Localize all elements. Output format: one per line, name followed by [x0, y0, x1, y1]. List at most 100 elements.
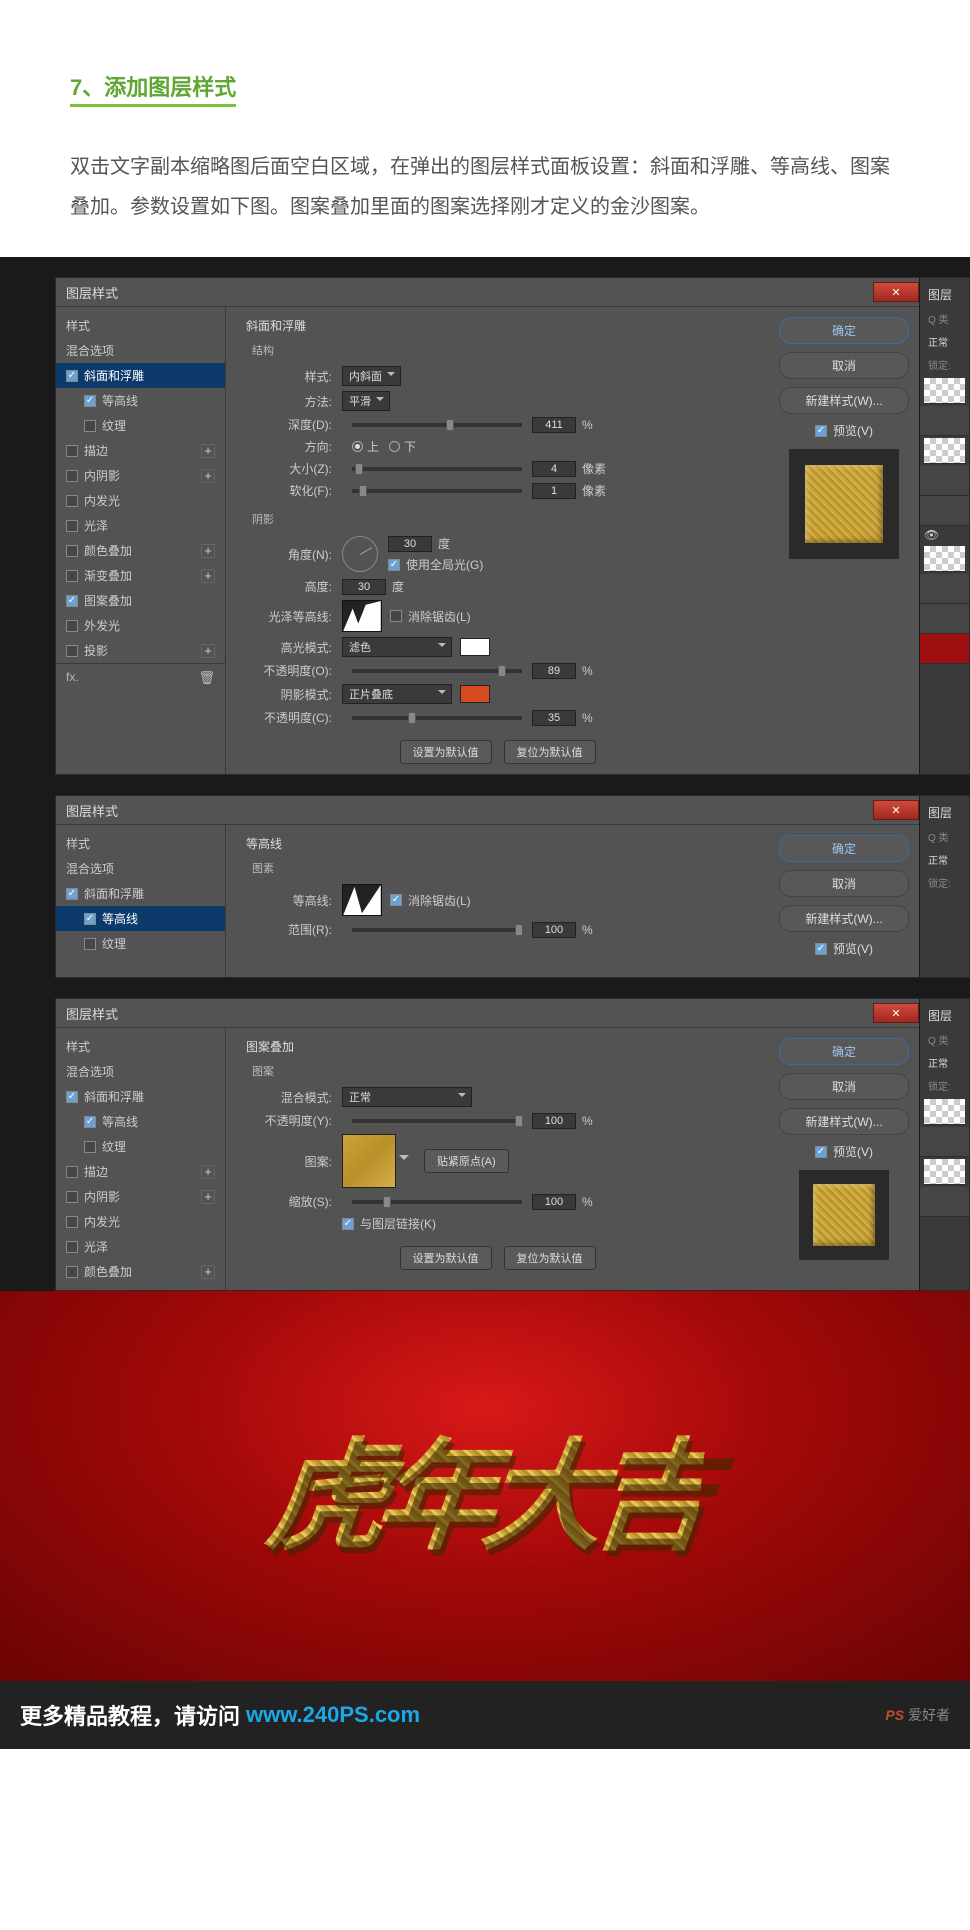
checkbox-icon[interactable] — [66, 545, 78, 557]
checkbox-icon[interactable] — [84, 1116, 96, 1128]
link-layer-checkbox[interactable] — [342, 1218, 354, 1230]
checkbox-icon[interactable] — [66, 570, 78, 582]
contour-preset[interactable] — [342, 884, 382, 916]
highlight-mode-dropdown[interactable]: 滤色 — [342, 637, 452, 657]
snap-origin-button[interactable]: 贴紧原点(A) — [424, 1149, 509, 1173]
shadow-color[interactable] — [460, 685, 490, 703]
global-light-checkbox[interactable] — [388, 559, 400, 571]
preview-checkbox[interactable] — [815, 1146, 827, 1158]
reset-default-button[interactable]: 复位为默认值 — [504, 740, 596, 764]
checkbox-icon[interactable] — [66, 520, 78, 532]
inner-shadow-item[interactable]: 内阴影+ — [56, 1184, 225, 1209]
checkbox-icon[interactable] — [66, 888, 78, 900]
stroke-item[interactable]: 描边+ — [56, 438, 225, 463]
blend-options[interactable]: 混合选项 — [56, 856, 225, 881]
close-icon[interactable]: ✕ — [873, 1003, 919, 1023]
layer-thumb[interactable] — [924, 438, 965, 464]
checkbox-icon[interactable] — [84, 395, 96, 407]
bevel-emboss[interactable]: 斜面和浮雕 — [56, 1084, 225, 1109]
antialias-checkbox[interactable] — [390, 894, 402, 906]
plus-icon[interactable]: + — [201, 1165, 215, 1179]
checkbox-icon[interactable] — [84, 420, 96, 432]
cancel-button[interactable]: 取消 — [779, 870, 909, 897]
eye-icon[interactable]: 👁 — [920, 526, 969, 544]
close-icon[interactable]: ✕ — [873, 800, 919, 820]
layer-thumb[interactable] — [924, 546, 965, 572]
shadow-opacity-input[interactable]: 35 — [532, 710, 576, 726]
opacity-slider[interactable] — [352, 1119, 522, 1123]
bevel-emboss[interactable]: 斜面和浮雕 — [56, 881, 225, 906]
contour-item[interactable]: 等高线 — [56, 1109, 225, 1134]
trash-icon[interactable]: 🗑 — [198, 670, 215, 686]
method-dropdown[interactable]: 平滑 — [342, 391, 390, 411]
highlight-color[interactable] — [460, 638, 490, 656]
layer-row[interactable] — [920, 1187, 969, 1217]
checkbox-icon[interactable] — [84, 938, 96, 950]
ok-button[interactable]: 确定 — [779, 1038, 909, 1065]
reset-default-button[interactable]: 复位为默认值 — [504, 1246, 596, 1270]
angle-dial[interactable] — [342, 536, 378, 572]
checkbox-icon[interactable] — [66, 620, 78, 632]
texture-item[interactable]: 纹理 — [56, 931, 225, 956]
plus-icon[interactable]: + — [201, 1265, 215, 1279]
gloss-contour[interactable] — [342, 600, 382, 632]
texture-item[interactable]: 纹理 — [56, 413, 225, 438]
layer-row[interactable] — [920, 496, 969, 526]
cancel-button[interactable]: 取消 — [779, 352, 909, 379]
checkbox-icon[interactable] — [84, 913, 96, 925]
close-icon[interactable]: ✕ — [873, 282, 919, 302]
ok-button[interactable]: 确定 — [779, 317, 909, 344]
soften-input[interactable]: 1 — [532, 483, 576, 499]
gradient-overlay-item[interactable]: 渐变叠加+ — [56, 563, 225, 588]
angle-input[interactable]: 30 — [388, 536, 432, 552]
layer-row[interactable] — [920, 1127, 969, 1157]
layer-row[interactable] — [920, 466, 969, 496]
blend-mode-dropdown[interactable]: 正常 — [342, 1087, 472, 1107]
inner-glow-item[interactable]: 内发光 — [56, 488, 225, 513]
layer-row[interactable] — [920, 574, 969, 604]
dir-up-radio[interactable] — [352, 441, 363, 452]
shadow-opacity-slider[interactable] — [352, 716, 522, 720]
antialias-checkbox[interactable] — [390, 610, 402, 622]
new-style-button[interactable]: 新建样式(W)... — [779, 387, 909, 414]
checkbox-icon[interactable] — [84, 1141, 96, 1153]
range-slider[interactable] — [352, 928, 522, 932]
scale-slider[interactable] — [352, 1200, 522, 1204]
checkbox-icon[interactable] — [66, 470, 78, 482]
checkbox-icon[interactable] — [66, 445, 78, 457]
checkbox-icon[interactable] — [66, 1191, 78, 1203]
texture-item[interactable]: 纹理 — [56, 1134, 225, 1159]
layer-row[interactable] — [920, 406, 969, 436]
preview-checkbox[interactable] — [815, 943, 827, 955]
inner-glow-item[interactable]: 内发光 — [56, 1209, 225, 1234]
bevel-emboss[interactable]: 斜面和浮雕 — [56, 363, 225, 388]
layer-thumb[interactable] — [924, 378, 965, 404]
preview-checkbox[interactable] — [815, 425, 827, 437]
layer-row[interactable] — [920, 634, 969, 664]
altitude-input[interactable]: 30 — [342, 579, 386, 595]
outer-glow-item[interactable]: 外发光 — [56, 613, 225, 638]
size-input[interactable]: 4 — [532, 461, 576, 477]
opacity-input[interactable]: 100 — [532, 1113, 576, 1129]
checkbox-icon[interactable] — [66, 495, 78, 507]
contour-item[interactable]: 等高线 — [56, 906, 225, 931]
satin-item[interactable]: 光泽 — [56, 1234, 225, 1259]
pattern-picker[interactable] — [342, 1134, 396, 1188]
set-default-button[interactable]: 设置为默认值 — [400, 1246, 492, 1270]
checkbox-icon[interactable] — [66, 1166, 78, 1178]
new-style-button[interactable]: 新建样式(W)... — [779, 1108, 909, 1135]
checkbox-icon[interactable] — [66, 1091, 78, 1103]
layer-thumb[interactable] — [924, 1159, 965, 1185]
style-dropdown[interactable]: 内斜面 — [342, 366, 401, 386]
checkbox-icon[interactable] — [66, 370, 78, 382]
depth-slider[interactable] — [352, 423, 522, 427]
contour-item[interactable]: 等高线 — [56, 388, 225, 413]
blend-options[interactable]: 混合选项 — [56, 338, 225, 363]
inner-shadow-item[interactable]: 内阴影+ — [56, 463, 225, 488]
set-default-button[interactable]: 设置为默认值 — [400, 740, 492, 764]
range-input[interactable]: 100 — [532, 922, 576, 938]
soften-slider[interactable] — [352, 489, 522, 493]
plus-icon[interactable]: + — [201, 544, 215, 558]
new-style-button[interactable]: 新建样式(W)... — [779, 905, 909, 932]
dir-down-radio[interactable] — [389, 441, 400, 452]
